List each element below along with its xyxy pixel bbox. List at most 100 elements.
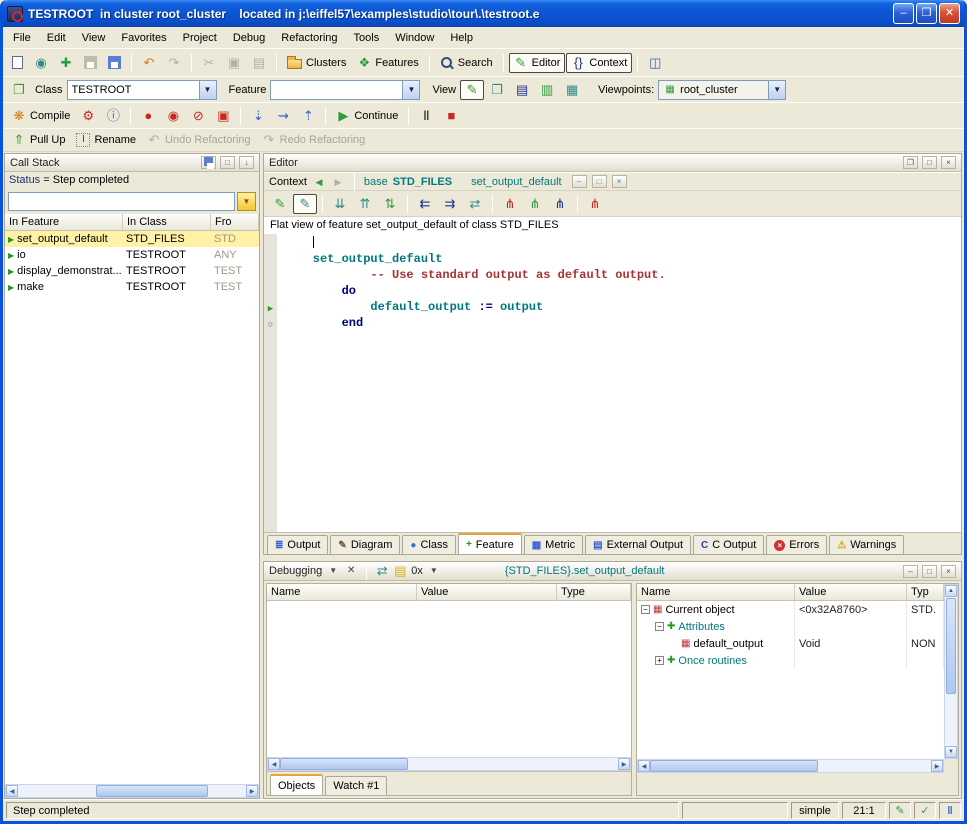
class-combobox[interactable]: TESTROOT ▼ [67, 80, 217, 100]
history-forward-icon[interactable]: ▶ [331, 175, 345, 189]
feature-combobox[interactable]: ▼ [270, 80, 420, 100]
melt-button[interactable]: ⚙ [76, 106, 100, 126]
cut-button[interactable]: ✂ [197, 53, 221, 73]
undo-button[interactable]: ↶ [137, 53, 161, 73]
debugging-close-icon[interactable]: ✕ [344, 564, 358, 578]
objects-column-header[interactable]: Typ [907, 584, 944, 601]
descendants-button[interactable]: ⇈ [353, 194, 377, 214]
compile-button[interactable]: ❋Compile [7, 106, 75, 126]
call-stack-row[interactable]: ▶set_output_default STD_FILESSTD [5, 231, 259, 247]
scroll-right-icon[interactable]: ▶ [931, 760, 943, 772]
add-button[interactable]: ✚ [54, 53, 78, 73]
disable-breakpoints-button[interactable]: ◉ [161, 106, 185, 126]
code-line[interactable]: ○ end [264, 316, 961, 332]
debugging-maximize-button[interactable]: □ [922, 565, 937, 578]
debugging-close-button[interactable]: × [941, 565, 956, 578]
diagram-tool-button[interactable]: ◫ [643, 53, 667, 73]
hex-toggle-button[interactable]: 0x [411, 565, 423, 577]
edit-code-button[interactable]: ✎ [268, 194, 292, 214]
pull-up-button[interactable]: ⇑Pull Up [7, 130, 70, 150]
context-maximize-button[interactable]: □ [592, 175, 607, 188]
class-dropdown-icon[interactable]: ▼ [199, 81, 216, 99]
inheritance-tree-button[interactable]: ⋔ [498, 194, 522, 214]
viewpoints-combobox[interactable]: ▦ root_cluster ▼ [658, 80, 786, 100]
menu-refactoring[interactable]: Refactoring [273, 29, 345, 47]
view-flat-button[interactable]: ▤ [510, 80, 534, 100]
call-stack-hscrollbar[interactable]: ◀ ▶ [5, 784, 259, 798]
class-tool-button[interactable]: ❐ [7, 80, 31, 100]
search-button[interactable]: Search [435, 53, 498, 73]
menu-tools[interactable]: Tools [346, 29, 388, 47]
breakpoint-gutter[interactable]: ▶ [264, 300, 277, 316]
menu-help[interactable]: Help [442, 29, 481, 47]
code-line[interactable]: set_output_default [264, 252, 961, 268]
stack-filter-input[interactable] [8, 192, 235, 211]
save-all-button[interactable] [103, 53, 126, 72]
rename-button[interactable]: IRename [71, 130, 141, 150]
new-window-button[interactable] [7, 53, 28, 72]
continue-button[interactable]: ▶Continue [331, 106, 403, 126]
step-over-button[interactable]: ⇝ [271, 106, 295, 126]
open-button[interactable]: ◉ [29, 53, 53, 73]
object-tree-row[interactable]: ▦default_output VoidNON [637, 635, 944, 652]
redo-refactoring-button[interactable]: ↷Redo Refactoring [257, 130, 371, 150]
breakpoint-gutter[interactable] [264, 268, 277, 284]
scroll-up-icon[interactable]: ▲ [945, 585, 957, 597]
objects-vscrollbar[interactable]: ▲ ▼ [944, 584, 958, 759]
watch-table-body[interactable] [267, 601, 631, 757]
redo-button[interactable]: ↷ [162, 53, 186, 73]
scroll-right-icon[interactable]: ▶ [246, 785, 258, 797]
breakpoints-tool-button[interactable]: ▣ [211, 106, 235, 126]
stop-button[interactable]: ■ [439, 106, 463, 126]
breakpoint-gutter[interactable] [264, 284, 277, 300]
menu-file[interactable]: File [5, 29, 39, 47]
tree-expander[interactable]: + [655, 656, 664, 665]
enable-breakpoints-button[interactable]: ● [136, 106, 160, 126]
tab-output[interactable]: ≣Output [267, 535, 328, 554]
implementers-button[interactable]: ⇄ [463, 194, 487, 214]
object-tree-body[interactable]: −▦Current object <0x32A8760>STD. −✚Attri… [637, 601, 944, 759]
objects-hscrollbar[interactable]: ◀ ▶ [637, 759, 944, 773]
scroll-down-icon[interactable]: ▼ [945, 746, 957, 758]
scroll-left-icon[interactable]: ◀ [638, 760, 650, 772]
object-tree-row[interactable]: +✚Once routines [637, 652, 944, 669]
undo-refactoring-button[interactable]: ↶Undo Refactoring [142, 130, 256, 150]
tab-warnings[interactable]: ⚠Warnings [829, 535, 904, 554]
editor-undock-button[interactable]: ❐ [903, 156, 918, 169]
remove-breakpoints-button[interactable]: ⊘ [186, 106, 210, 126]
menu-edit[interactable]: Edit [39, 29, 74, 47]
editor-toggle-button[interactable]: ✎Editor [509, 53, 566, 73]
tree-expander[interactable]: − [641, 605, 650, 614]
debugging-minimize-button[interactable]: – [903, 565, 918, 578]
watch-hscrollbar[interactable]: ◀ ▶ [267, 757, 631, 771]
tree-expander[interactable]: − [655, 622, 664, 631]
client-tree-button[interactable]: ⋔ [548, 194, 572, 214]
watch-column-header[interactable]: Name [267, 584, 417, 601]
code-line[interactable]: -- Use standard output as default output… [264, 268, 961, 284]
tab-c-output[interactable]: CC Output [693, 535, 764, 554]
editor-close-button[interactable]: × [941, 156, 956, 169]
breakpoint-gutter[interactable]: ○ [264, 316, 277, 332]
call-stack-dock-button[interactable]: ↓ [239, 156, 254, 169]
attributes-button[interactable]: ⇅ [378, 194, 402, 214]
supplier-tree-button[interactable]: ⋔ [523, 194, 547, 214]
call-stack-row[interactable]: ▶display_demonstrat... TESTROOTTEST [5, 263, 259, 279]
code-area[interactable]: set_output_default -- Use standard outpu… [264, 234, 961, 532]
tab-metric[interactable]: ▦Metric [524, 535, 583, 554]
breakpoint-gutter[interactable] [264, 236, 277, 252]
code-line[interactable]: do [264, 284, 961, 300]
context-toggle-button[interactable]: {}Context [566, 53, 632, 73]
tab-class[interactable]: ●Class [402, 535, 456, 554]
object-tree-row[interactable]: −▦Current object <0x32A8760>STD. [637, 601, 944, 618]
close-button[interactable]: ✕ [939, 3, 960, 24]
history-back-icon[interactable]: ◀ [312, 175, 326, 189]
stack-column-header[interactable]: In Class [123, 214, 211, 231]
stack-column-header[interactable]: In Feature [5, 214, 123, 231]
menu-project[interactable]: Project [175, 29, 225, 47]
minimize-button[interactable]: – [893, 3, 914, 24]
scroll-left-icon[interactable]: ◀ [268, 758, 280, 770]
call-stack-row[interactable]: ▶make TESTROOTTEST [5, 279, 259, 295]
object-tree-row[interactable]: −✚Attributes [637, 618, 944, 635]
notes-icon[interactable]: ▤ [393, 564, 407, 578]
step-into-button[interactable]: ⇣ [246, 106, 270, 126]
